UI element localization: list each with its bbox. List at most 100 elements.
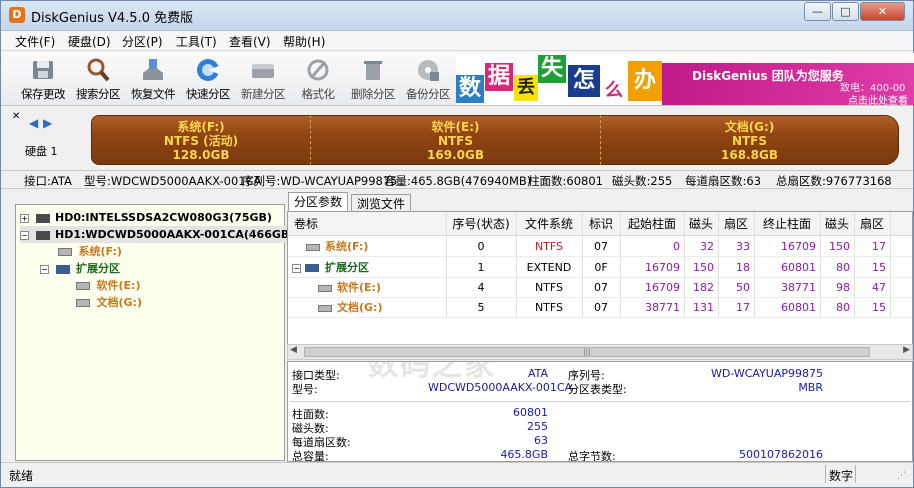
title-bar: D DiskGenius V4.5.0 免费版 — □ ✕ bbox=[1, 1, 913, 31]
cell-end-head: 80 bbox=[836, 301, 850, 314]
disk-serial: 序列号:WD-WCAYUAP99875 bbox=[242, 174, 398, 188]
tree-item-hd1[interactable]: − HD1:WDCWD5000AAKX-001CA(466GB) bbox=[20, 226, 295, 243]
cell-end-head: 98 bbox=[836, 281, 850, 294]
quick-partition-button[interactable]: 快速分区 bbox=[181, 54, 235, 104]
column-header[interactable]: 终止柱面 bbox=[754, 212, 820, 236]
tree-item-hd0[interactable]: + HD0:INTELSSDSA2CW080G3(75GB) bbox=[20, 209, 272, 226]
toolbar-label: 新建分区 bbox=[241, 87, 286, 101]
cell-start-sector: 18 bbox=[736, 261, 750, 274]
detail-value: 255 bbox=[527, 420, 548, 433]
maximize-button[interactable]: □ bbox=[832, 2, 859, 21]
tree-item-documents[interactable]: 文档(G:) bbox=[76, 294, 142, 311]
close-button[interactable]: ✕ bbox=[860, 2, 905, 21]
expand-icon[interactable]: + bbox=[20, 214, 29, 223]
partition-icon bbox=[318, 298, 332, 318]
disk-model: 型号:WDCWD5000AAKX-001CA bbox=[84, 174, 262, 188]
detail-value: 500107862016 bbox=[739, 448, 823, 461]
column-header[interactable]: 扇区 bbox=[718, 212, 754, 236]
toolbar-label: 恢复文件 bbox=[131, 87, 176, 101]
backup-partition-button[interactable]: 备份分区 bbox=[401, 54, 455, 104]
tree-label: HD1:WDCWD5000AAKX-001CA(466GB) bbox=[55, 228, 295, 241]
app-window: D DiskGenius V4.5.0 免费版 — □ ✕ 文件(F) 硬盘(D… bbox=[0, 0, 914, 488]
detail-value: ATA bbox=[527, 367, 548, 380]
scroll-right-icon[interactable]: ▶ bbox=[903, 345, 910, 355]
toolbar-label: 保存更改 bbox=[21, 87, 66, 101]
menu-help[interactable]: 帮助(H) bbox=[283, 33, 325, 50]
column-header[interactable]: 磁头 bbox=[684, 212, 718, 236]
cell-id: 07 bbox=[594, 301, 608, 314]
collapse-icon[interactable]: − bbox=[20, 231, 29, 240]
cell-label: 系统(F:) bbox=[325, 240, 369, 253]
partition-icon bbox=[58, 248, 72, 256]
scroll-thumb[interactable]: ||| bbox=[304, 347, 870, 357]
search-partition-button[interactable]: 搜索分区 bbox=[71, 54, 125, 104]
tree-label: 系统(F:) bbox=[78, 245, 122, 258]
scroll-left-icon[interactable]: ◀ bbox=[290, 345, 297, 355]
disk-map-bar: ✕ ◀ ▶ 硬盘 1 系统(F:) NTFS (活动) 128.0GB 软件(E… bbox=[1, 107, 913, 171]
new-partition-icon bbox=[252, 64, 274, 78]
tab-partition-params[interactable]: 分区参数 bbox=[288, 192, 349, 212]
column-header[interactable]: 卷标 bbox=[288, 212, 446, 236]
menu-tools[interactable]: 工具(T) bbox=[176, 33, 217, 50]
status-bar: 就绪 数字 ⋰ bbox=[1, 462, 913, 487]
partition-block-documents[interactable]: 文档(G:) NTFS 168.8GB bbox=[601, 115, 899, 165]
status-text: 就绪 bbox=[9, 469, 34, 483]
cell-end-sector: 15 bbox=[872, 301, 886, 314]
column-header[interactable]: 序号(状态) bbox=[446, 212, 516, 236]
cell-fs: EXTEND bbox=[526, 261, 572, 274]
resize-grip-icon[interactable]: ⋰ bbox=[897, 471, 906, 481]
cell-fs: NTFS bbox=[534, 301, 564, 314]
collapse-icon[interactable]: − bbox=[292, 258, 301, 278]
format-button[interactable]: 格式化 bbox=[291, 54, 345, 104]
banner-char: 办 bbox=[628, 61, 662, 101]
partition-name: 文档(G:) bbox=[724, 120, 775, 134]
column-header[interactable]: 磁头 bbox=[820, 212, 854, 236]
prev-disk-button[interactable]: ◀ bbox=[29, 116, 38, 130]
save-disk-icon bbox=[33, 61, 53, 79]
tree-item-system[interactable]: 系统(F:) bbox=[58, 243, 122, 260]
num-lock-indicator: 数字 bbox=[829, 469, 854, 483]
delete-partition-button[interactable]: 删除分区 bbox=[346, 54, 400, 104]
window-title: DiskGenius V4.5.0 免费版 bbox=[31, 11, 194, 26]
partition-size: 169.0GB bbox=[427, 148, 484, 162]
column-header[interactable]: 文件系统 bbox=[516, 212, 582, 236]
partition-table: 卷标 序号(状态) 文件系统 标识 起始柱面 磁头 扇区 终止柱面 磁头 扇区 … bbox=[287, 211, 913, 345]
banner-link[interactable]: 点击此处查看 bbox=[848, 92, 908, 105]
tree-item-extended[interactable]: − 扩展分区 bbox=[40, 260, 120, 277]
partition-block-software[interactable]: 软件(E:) NTFS 169.0GB bbox=[311, 115, 601, 165]
tree-item-software[interactable]: 软件(E:) bbox=[76, 277, 140, 294]
banner-char: 怎 bbox=[568, 65, 600, 97]
minimize-button[interactable]: — bbox=[804, 2, 831, 21]
cell-start-head: 32 bbox=[700, 240, 714, 253]
cell-label: 文档(G:) bbox=[337, 301, 383, 314]
column-header[interactable]: 标识 bbox=[582, 212, 620, 236]
menu-disk[interactable]: 硬盘(D) bbox=[68, 33, 111, 50]
partition-block-system[interactable]: 系统(F:) NTFS (活动) 128.0GB bbox=[91, 115, 311, 165]
horizontal-scrollbar[interactable]: ◀ ||| ▶ bbox=[287, 344, 913, 360]
detail-label: 分区表类型: bbox=[568, 383, 627, 396]
recover-file-button[interactable]: 恢复文件 bbox=[126, 54, 180, 104]
magnifier-icon bbox=[87, 58, 110, 82]
banner-char: 据 bbox=[485, 63, 513, 91]
toolbar-label: 格式化 bbox=[301, 87, 336, 101]
menu-file[interactable]: 文件(F) bbox=[15, 33, 55, 50]
menu-partition[interactable]: 分区(P) bbox=[122, 33, 163, 50]
tab-browse-files[interactable]: 浏览文件 bbox=[351, 194, 412, 211]
toolbar-label: 快速分区 bbox=[186, 87, 231, 101]
cell-start-sector: 50 bbox=[736, 281, 750, 294]
extended-partition-icon bbox=[55, 264, 70, 274]
menu-view[interactable]: 查看(V) bbox=[229, 33, 271, 50]
collapse-icon[interactable]: − bbox=[40, 265, 49, 274]
detail-value: WD-WCAYUAP99875 bbox=[710, 367, 823, 380]
collapse-pin-icon[interactable]: ✕ bbox=[12, 111, 20, 122]
detail-label: 总字节数: bbox=[568, 450, 616, 462]
cell-start-head: 150 bbox=[693, 261, 714, 274]
new-partition-button[interactable]: 新建分区 bbox=[236, 54, 290, 104]
save-changes-button[interactable]: 保存更改 bbox=[16, 54, 70, 104]
column-header[interactable]: 扇区 bbox=[854, 212, 890, 236]
ad-banner[interactable]: 数 据 丢 失 怎 么 办 DiskGenius 团队为您服务 致电：400-0… bbox=[456, 53, 914, 105]
extended-partition-icon bbox=[305, 258, 319, 278]
next-disk-button[interactable]: ▶ bbox=[43, 116, 52, 130]
cell-end-sector: 17 bbox=[872, 240, 886, 253]
column-header[interactable]: 起始柱面 bbox=[620, 212, 684, 236]
